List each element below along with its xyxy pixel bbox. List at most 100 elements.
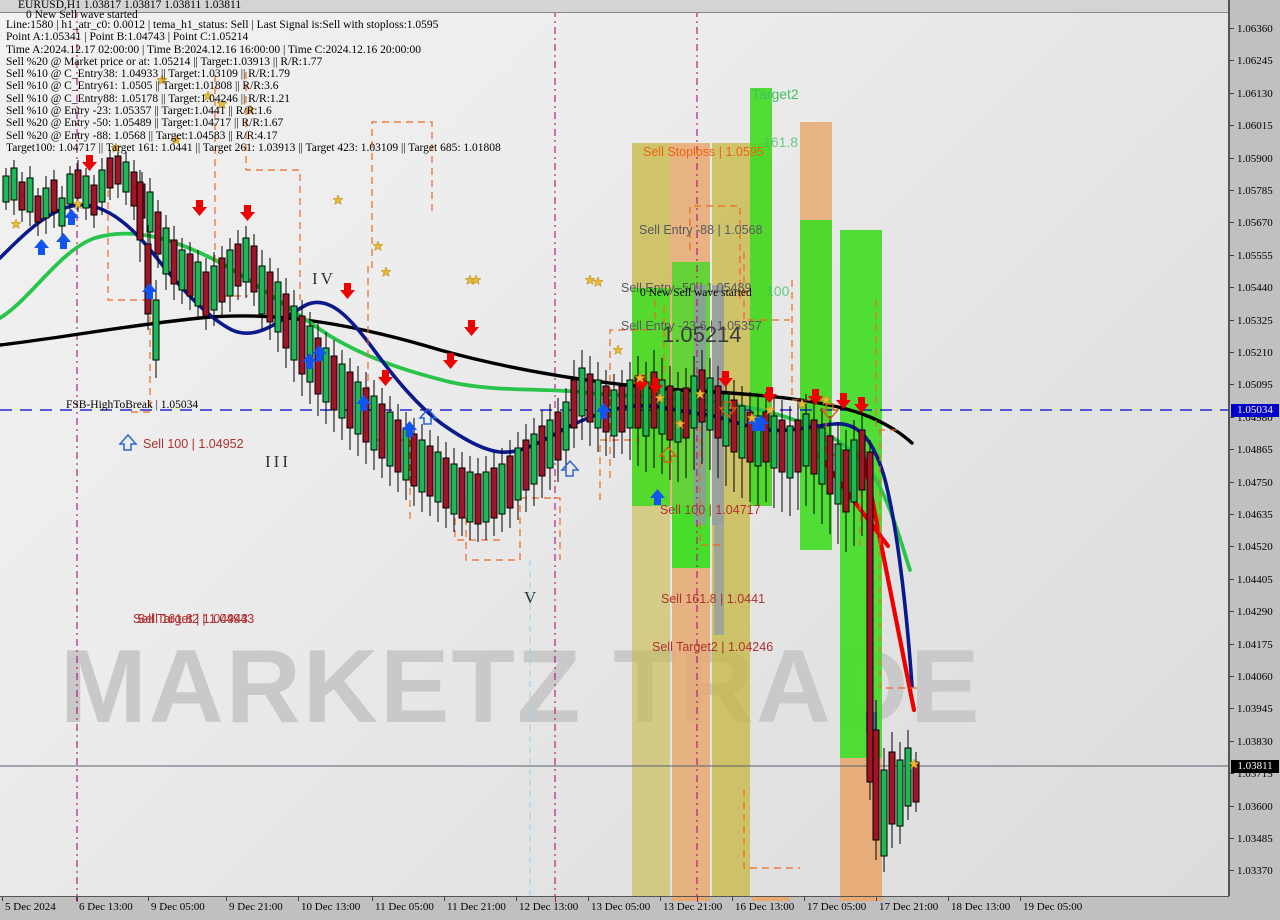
time-tick-label: 13 Dec 05:00: [591, 901, 651, 913]
price-tick-mark: [1230, 676, 1234, 677]
chart-plot-area[interactable]: MARKETZ TRADE FSB-HighToBreak | 1.05034 …: [0, 0, 1229, 897]
label-wave-mid: 0 New Sell wave started: [640, 287, 752, 299]
price-tick-mark: [1230, 222, 1234, 224]
chart-window: MARKETZ TRADE FSB-HighToBreak | 1.05034 …: [0, 0, 1280, 920]
price-tick-mark: [1230, 643, 1234, 645]
price-tick-mark: [1230, 254, 1234, 256]
price-tick-mark: [1230, 578, 1234, 580]
time-tick-label: 10 Dec 13:00: [301, 901, 361, 913]
price-tick-label: 1.04175: [1237, 638, 1273, 651]
price-tick-label: 1.05555: [1237, 249, 1273, 262]
price-tick-mark: [1230, 546, 1234, 548]
label-wave-iii: III: [265, 452, 291, 471]
price-tick-mark: [1230, 740, 1234, 742]
price-tick-mark: [1230, 319, 1234, 321]
label-fsb-high-to-break: FSB-HighToBreak | 1.05034: [66, 399, 199, 411]
time-tick-label: 16 Dec 13:00: [735, 901, 795, 913]
price-tick-label: 1.05670: [1237, 217, 1273, 230]
price-tick-mark: [1230, 611, 1234, 613]
time-tick-mark: [876, 897, 877, 901]
price-axis[interactable]: 1.06360 1.06245 1.06130 1.06015 1.05900 1.057…: [1229, 0, 1280, 896]
price-tick-label: 1.04405: [1237, 573, 1273, 586]
time-tick-label: 11 Dec 05:00: [375, 901, 434, 913]
time-tick-label: 9 Dec 21:00: [229, 901, 283, 913]
price-tick-mark: [1230, 838, 1234, 839]
time-axis[interactable]: 5 Dec 2024 6 Dec 13:00 9 Dec 05:00 9 Dec 21…: [0, 897, 1280, 920]
price-tick-label: 1.05325: [1237, 314, 1273, 327]
price-tick-label: 1.03830: [1237, 735, 1273, 748]
price-tick-label: 1.05785: [1237, 185, 1273, 197]
price-tick-label: 1.04750: [1237, 476, 1273, 489]
price-tick-mark: [1230, 125, 1234, 127]
time-tick-mark: [516, 897, 517, 901]
price-tick-mark: [1230, 28, 1234, 29]
time-tick-label: 13 Dec 21:00: [663, 901, 723, 913]
price-tick-mark: [1230, 449, 1234, 451]
time-tick-label: 19 Dec 05:00: [1023, 901, 1083, 913]
time-tick-mark: [588, 897, 589, 901]
price-tick-label: 1.05900: [1237, 152, 1273, 165]
label-fib-100: 100: [766, 283, 790, 299]
label-sell-entry-23: Sell Entry -23.6 | 1.05357: [621, 319, 762, 333]
time-tick-label: 18 Dec 13:00: [951, 901, 1011, 913]
time-tick-mark: [948, 897, 949, 901]
price-tick-mark: [1230, 514, 1234, 515]
price-tick-label: 1.03370: [1237, 865, 1273, 878]
price-tick-label: 1.03485: [1237, 833, 1273, 845]
label-sell-1618-left: Sell 161.8 | 1.04943: [137, 612, 248, 626]
price-tick-label: 1.05210: [1237, 347, 1273, 359]
time-tick-mark: [804, 897, 805, 901]
time-tick-mark: [148, 897, 149, 901]
time-tick-mark: [660, 897, 661, 901]
label-sell-1618-mid: Sell 161.8 | 1.0441: [661, 592, 766, 606]
price-tick-label: 1.06360: [1237, 23, 1273, 35]
label-fib-1618: 161.8: [763, 134, 799, 150]
label-sell-100-left: Sell 100 | 1.04952: [143, 437, 244, 451]
price-tick-label: 1.05440: [1237, 282, 1273, 295]
label-wave-v: V: [524, 588, 540, 607]
price-tick-mark: [1230, 92, 1234, 94]
price-tick-label: 1.03600: [1237, 800, 1273, 813]
price-tick-label: 1.04635: [1237, 509, 1273, 521]
time-tick-mark: [444, 897, 445, 901]
label-target2: Target2: [752, 86, 799, 102]
price-tick-mark: [1230, 190, 1234, 191]
time-tick-mark: [226, 897, 227, 901]
time-tick-label: 17 Dec 21:00: [879, 901, 939, 913]
symbol-title: EURUSD,H1 1.03817 1.03817 1.03811 1.0381…: [18, 0, 242, 11]
price-tick-label: 1.04520: [1237, 541, 1273, 554]
time-tick-mark: [298, 897, 299, 901]
label-sell-stoploss: Sell Stoploss | 1.0595: [643, 145, 764, 159]
time-tick-mark: [372, 897, 373, 901]
price-tick-mark: [1230, 805, 1234, 807]
price-tick-mark: [1230, 481, 1234, 483]
price-tick-mark: [1230, 157, 1234, 159]
price-tick-mark: [1230, 287, 1234, 289]
price-tick-label: 1.04060: [1237, 671, 1273, 683]
price-tick-label: 1.06245: [1237, 55, 1273, 68]
time-tick-mark: [2, 897, 3, 901]
price-tick-label: 1.03945: [1237, 703, 1273, 716]
time-tick-label: 11 Dec 21:00: [447, 901, 506, 913]
price-tick-mark: [1230, 60, 1234, 62]
price-tick-mark: [1230, 352, 1234, 353]
time-tick-mark: [1020, 897, 1021, 901]
label-wave-iv: IV: [312, 269, 336, 288]
time-tick-label: 6 Dec 13:00: [79, 901, 133, 913]
time-tick-label: 9 Dec 05:00: [151, 901, 205, 913]
price-tick-label: 1.06015: [1237, 120, 1273, 133]
label-sell-entry-88: Sell Entry -88 | 1.0568: [639, 223, 763, 237]
price-tick-mark: [1230, 384, 1234, 386]
price-tick-mark: [1230, 773, 1234, 775]
price-tick-label: 1.05095: [1237, 379, 1273, 392]
last-price-badge: 1.03811: [1231, 760, 1279, 773]
time-tick-label: 17 Dec 05:00: [807, 901, 867, 913]
time-tick-label: 12 Dec 13:00: [519, 901, 579, 913]
label-sell-target2-mid: Sell Target2 | 1.04246: [652, 640, 774, 654]
time-vline-mark: [77, 897, 78, 902]
price-tick-label: 1.06130: [1237, 87, 1273, 100]
price-tick-label: 1.04290: [1237, 606, 1273, 619]
time-tick-label: 5 Dec 2024: [5, 901, 56, 913]
price-tick-mark: [1230, 708, 1234, 710]
price-tick-label: 1.04865: [1237, 444, 1273, 457]
